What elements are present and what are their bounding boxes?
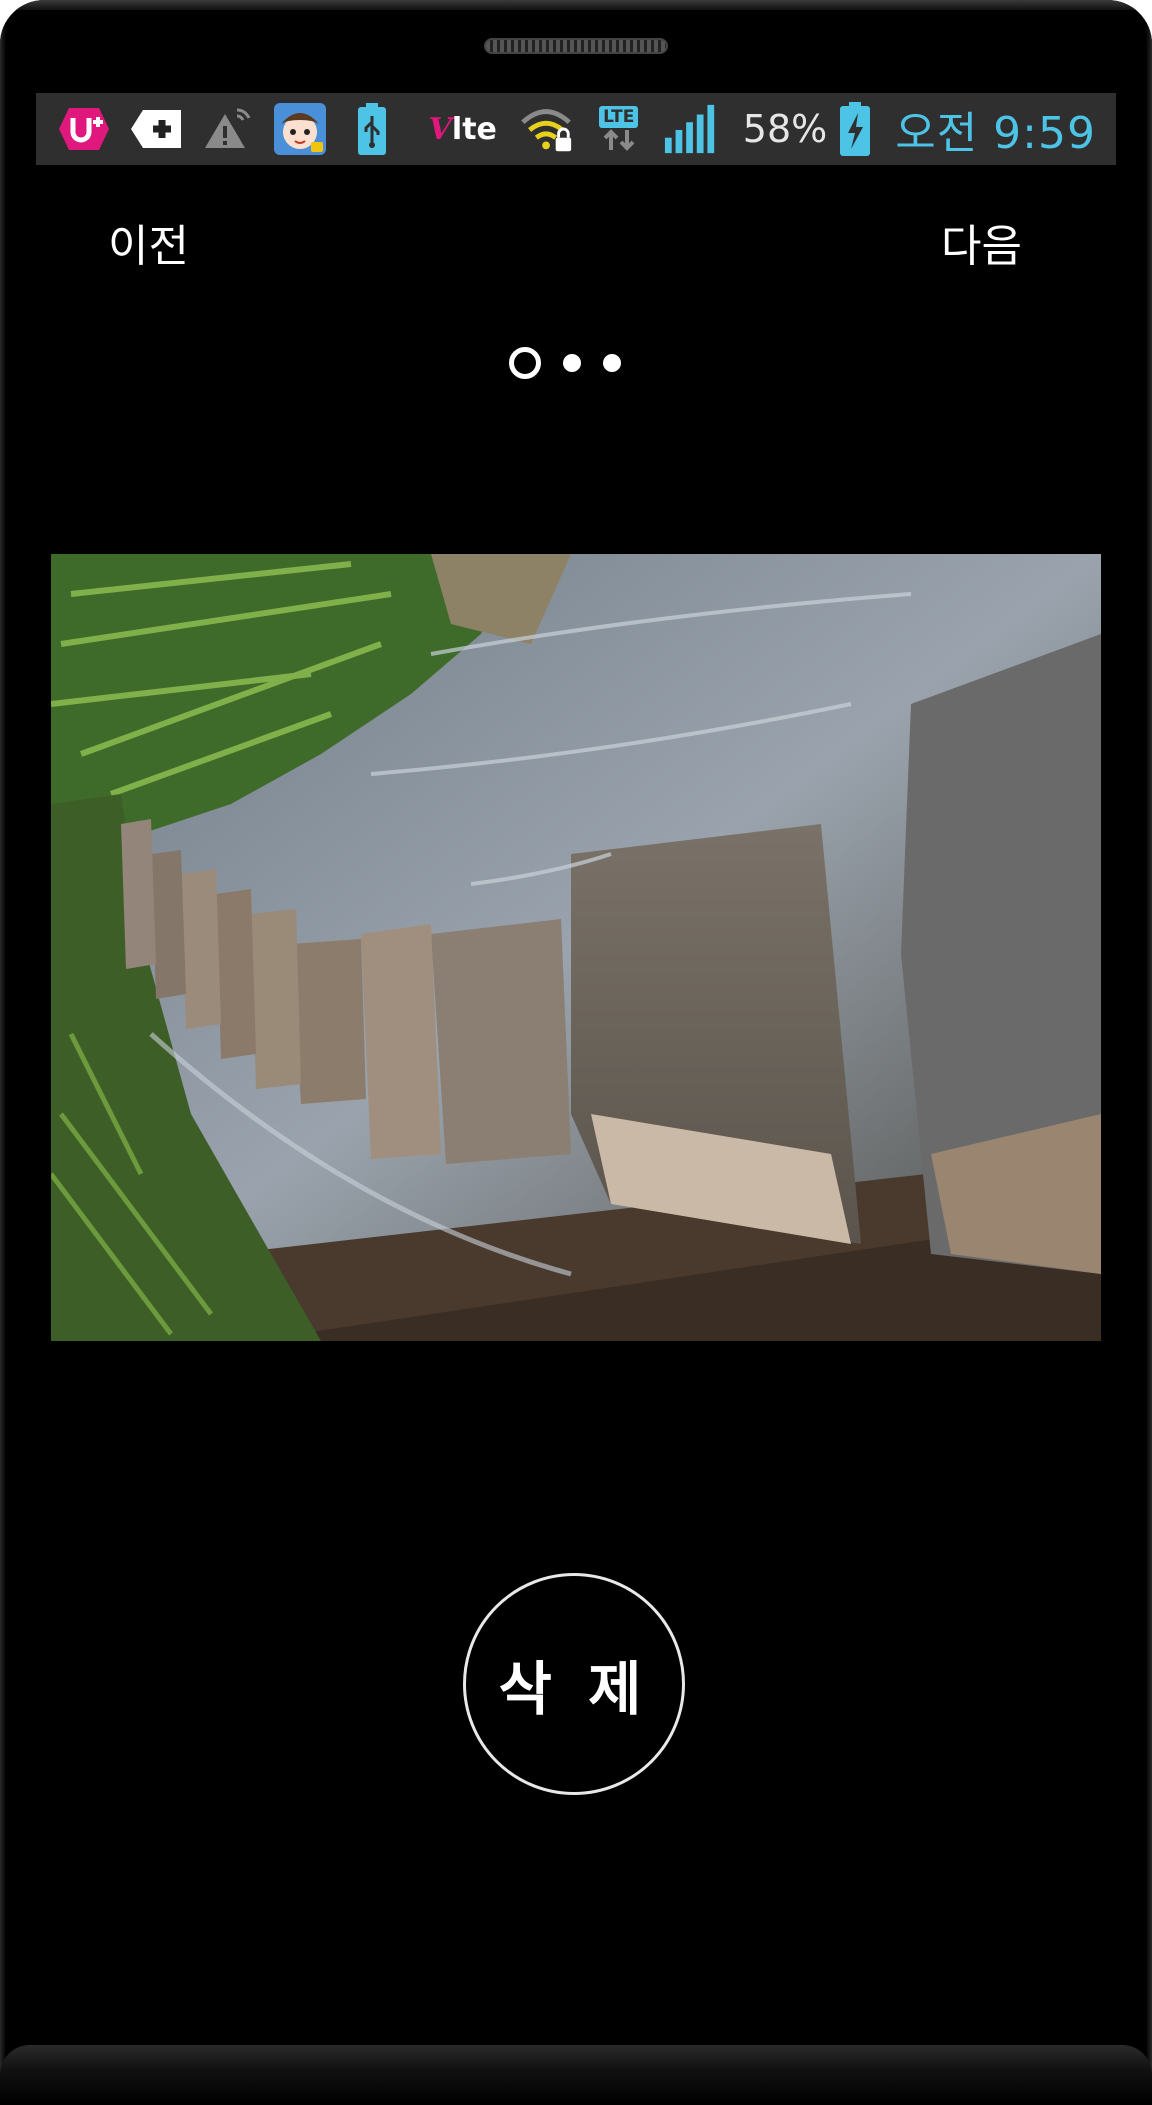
device-bezel-top bbox=[0, 0, 1152, 10]
device-bezel-bottom bbox=[0, 2045, 1152, 2105]
lte-data-icon: LTE bbox=[591, 101, 647, 157]
device-bezel-right bbox=[1146, 0, 1152, 2105]
medical-plus-icon bbox=[128, 101, 184, 157]
earpiece-speaker bbox=[484, 38, 668, 54]
page-dot bbox=[603, 354, 621, 372]
wifi-lock-icon bbox=[519, 101, 575, 157]
vlte-icon: Vlte bbox=[428, 111, 497, 147]
usb-battery-icon bbox=[344, 101, 400, 157]
warning-icon bbox=[200, 101, 256, 157]
battery-percent: 58% bbox=[742, 107, 828, 151]
device-bezel-left bbox=[0, 0, 6, 2105]
app-avatar-icon bbox=[272, 101, 328, 157]
uplus-icon bbox=[56, 101, 112, 157]
delete-button[interactable]: 삭 제 bbox=[463, 1573, 685, 1795]
stepping-stones-photo bbox=[51, 554, 1101, 1341]
status-bar: Vlte LTE 58% 오전 9:59 bbox=[36, 93, 1116, 165]
battery-charging-icon bbox=[835, 101, 875, 157]
signal-bars-icon bbox=[663, 101, 719, 157]
next-button[interactable]: 다음 bbox=[941, 210, 1022, 274]
status-time: 오전 9:59 bbox=[895, 108, 1096, 159]
page-indicator bbox=[509, 347, 643, 379]
previous-button[interactable]: 이전 bbox=[108, 210, 189, 274]
page-dot bbox=[563, 354, 581, 372]
delete-button-label: 삭 제 bbox=[498, 1655, 650, 1723]
page-dot-current bbox=[509, 347, 541, 379]
photo-preview bbox=[51, 554, 1101, 1341]
lte-label: LTE bbox=[599, 106, 639, 128]
vlte-label: lte bbox=[451, 111, 497, 147]
device-screen: Vlte LTE 58% 오전 9:59 이전 다음 삭 제 bbox=[0, 0, 1152, 2105]
